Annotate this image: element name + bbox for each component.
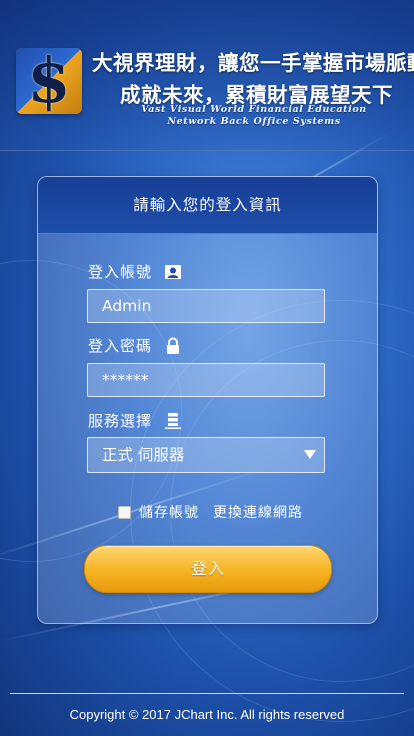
login-panel-title: 請輸入您的登入資訊 [38,177,377,234]
switch-network-link[interactable]: 更換連線網路 [213,502,303,522]
remember-checkbox[interactable] [118,505,131,519]
login-panel: 請輸入您的登入資訊 登入帳號 Admin 登入密碼 ****** 服務選擇 正式… [37,176,378,624]
lock-icon [164,337,182,355]
account-label-row: 登入帳號 [88,261,182,282]
server-select[interactable]: 正式 伺服器 [87,437,325,473]
login-button[interactable]: 登入 [84,545,332,593]
remember-row: 儲存帳號 更換連線網路 [118,502,303,522]
account-input[interactable]: Admin [87,289,325,323]
footer-divider [10,693,404,694]
english-tagline-2: Network Back Office Systems [167,116,341,127]
password-input[interactable]: ****** [87,363,325,397]
server-icon [164,412,182,430]
slogan-line-1: 大視界理財，讓您一手掌握市場脈動 [92,51,414,75]
logo-glyph: $ [27,48,71,114]
dollar-sign-logo: $ [16,48,82,114]
english-tagline-1: Vast Visual World Financial Education [141,104,367,115]
user-card-icon [164,263,182,281]
password-label: 登入密碼 [88,337,153,355]
account-label: 登入帳號 [88,263,153,281]
server-label: 服務選擇 [88,412,153,430]
server-selected-value: 正式 伺服器 [102,446,185,464]
password-label-row: 登入密碼 [88,335,182,356]
app-header: $ 大視界理財，讓您一手掌握市場脈動 成就未來，累積財富展望天下 Vast Vi… [0,0,414,151]
remember-label[interactable]: 儲存帳號 [139,502,199,522]
dropdown-arrow-icon [304,450,316,459]
copyright-text: Copyright © 2017 JChart Inc. All rights … [69,707,345,722]
server-label-row: 服務選擇 [88,410,182,431]
